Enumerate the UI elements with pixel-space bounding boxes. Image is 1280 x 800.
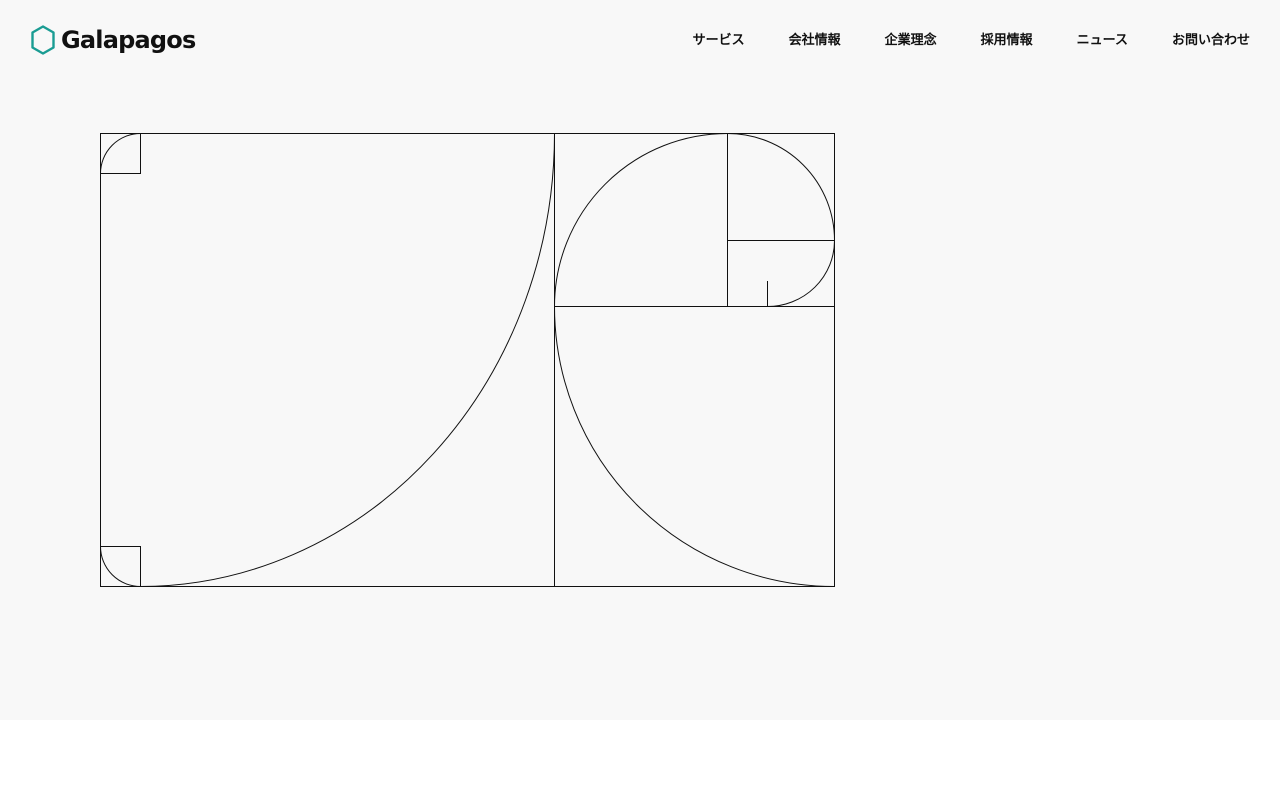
site-header: Galapagos サービス 会社情報 企業理念 採用情報 ニュース お問い合わ… <box>0 0 1280 82</box>
arc-small-right <box>767 240 835 307</box>
arc-top-middle <box>554 133 728 307</box>
brand-name: Galapagos <box>61 26 196 54</box>
arc-bottom-right <box>554 306 835 587</box>
arc-corner-top <box>100 133 141 174</box>
corner-square-top <box>100 133 141 174</box>
nav-item-services[interactable]: サービス <box>693 31 745 51</box>
nav-item-philosophy[interactable]: 企業理念 <box>885 31 937 51</box>
logo-link[interactable]: Galapagos <box>30 24 196 56</box>
arc-large-left <box>140 133 555 587</box>
corner-square-bottom <box>100 546 141 587</box>
nav-item-news[interactable]: ニュース <box>1077 31 1128 51</box>
outer-frame <box>100 133 835 587</box>
nav-item-contact[interactable]: お問い合わせ <box>1172 31 1250 51</box>
arc-corner-bottom <box>100 546 141 587</box>
hero-section: Galapagos サービス 会社情報 企業理念 採用情報 ニュース お問い合わ… <box>0 0 1280 720</box>
golden-spiral-illustration <box>100 133 835 587</box>
nav-item-company[interactable]: 会社情報 <box>789 31 841 51</box>
hexagon-logo-icon <box>31 25 55 55</box>
nav-item-careers[interactable]: 採用情報 <box>981 31 1033 51</box>
arc-top-right <box>727 133 835 241</box>
main-nav: サービス 会社情報 企業理念 採用情報 ニュース お問い合わせ <box>693 31 1250 51</box>
